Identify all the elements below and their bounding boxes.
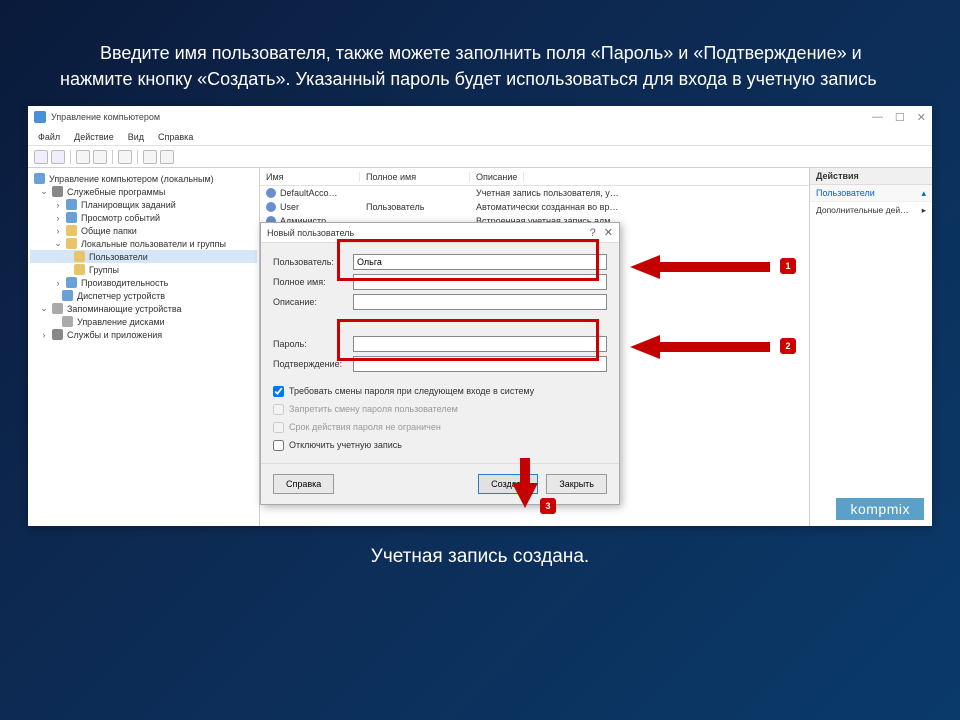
- window-titlebar: Управление компьютером — ☐ ✕: [28, 106, 932, 128]
- forward-button[interactable]: [51, 150, 65, 164]
- chk-never-expire: Срок действия пароля не ограничен: [273, 419, 607, 435]
- minimize-icon[interactable]: —: [872, 111, 883, 124]
- help-button[interactable]: Справка: [273, 474, 334, 494]
- badge-1: 1: [780, 258, 796, 274]
- tree-eventviewer[interactable]: ›Просмотр событий: [30, 211, 257, 224]
- tree-root[interactable]: Управление компьютером (локальным): [30, 172, 257, 185]
- actions-pane: Действия Пользователи▴ Дополнительные де…: [810, 168, 932, 526]
- toolbar: [28, 146, 932, 168]
- dialog-title: Новый пользователь: [267, 228, 354, 238]
- menu-bar: Файл Действие Вид Справка: [28, 128, 932, 146]
- close-button[interactable]: Закрыть: [546, 474, 607, 494]
- user-icon: [266, 202, 276, 212]
- chk-forbid-change: Запретить смену пароля пользователем: [273, 401, 607, 417]
- footer-text: Учетная запись создана.: [0, 546, 960, 568]
- field-fullname: Полное имя:: [273, 273, 607, 291]
- toolbar-btn[interactable]: [143, 150, 157, 164]
- toolbar-btn[interactable]: [93, 150, 107, 164]
- chk-require-change[interactable]: Требовать смены пароля при следующем вхо…: [273, 383, 607, 399]
- toolbar-btn[interactable]: [118, 150, 132, 164]
- new-user-dialog: Новый пользователь ? ✕ Пользователь: Пол…: [260, 222, 620, 505]
- username-input[interactable]: [353, 254, 607, 270]
- menu-view[interactable]: Вид: [128, 132, 144, 142]
- fullname-input[interactable]: [353, 274, 607, 290]
- badge-2: 2: [780, 338, 796, 354]
- dialog-titlebar: Новый пользователь ? ✕: [261, 223, 619, 243]
- actions-heading: Действия: [810, 168, 932, 185]
- menu-action[interactable]: Действие: [74, 132, 114, 142]
- field-password: Пароль:: [273, 335, 607, 353]
- field-confirm: Подтверждение:: [273, 355, 607, 373]
- maximize-icon[interactable]: ☐: [895, 111, 905, 124]
- window-title: Управление компьютером: [51, 112, 160, 122]
- tree-localusers[interactable]: ⌄Локальные пользователи и группы: [30, 237, 257, 250]
- actions-group[interactable]: Пользователи▴: [810, 185, 932, 202]
- dialog-close-icon[interactable]: ✕: [604, 226, 613, 239]
- tree-services[interactable]: ⌄Служебные программы: [30, 185, 257, 198]
- confirm-input[interactable]: [353, 356, 607, 372]
- red-arrow-2: [630, 332, 770, 362]
- actions-more[interactable]: Дополнительные дей…▸: [810, 202, 932, 218]
- chk-disable-account[interactable]: Отключить учетную запись: [273, 437, 607, 453]
- create-button[interactable]: Создать: [478, 474, 538, 494]
- tree-pane: Управление компьютером (локальным) ⌄Служ…: [28, 168, 260, 526]
- tree-svcapps[interactable]: ›Службы и приложения: [30, 328, 257, 341]
- close-icon[interactable]: ✕: [917, 111, 926, 124]
- tree-shared[interactable]: ›Общие папки: [30, 224, 257, 237]
- col-name[interactable]: Имя: [260, 172, 360, 182]
- window-controls: — ☐ ✕: [872, 111, 926, 124]
- dialog-help-icon[interactable]: ?: [590, 227, 596, 239]
- list-header: Имя Полное имя Описание: [260, 168, 809, 186]
- toolbar-btn[interactable]: [160, 150, 174, 164]
- red-arrow-1: [630, 252, 770, 282]
- col-desc[interactable]: Описание: [470, 172, 524, 182]
- dialog-buttons: Справка Создать Закрыть: [261, 463, 619, 504]
- tree-scheduler[interactable]: ›Планировщик заданий: [30, 198, 257, 211]
- back-button[interactable]: [34, 150, 48, 164]
- list-row[interactable]: DefaultAcco…Учетная запись пользователя,…: [260, 186, 809, 200]
- content-pane: Имя Полное имя Описание DefaultAcco…Учет…: [260, 168, 810, 526]
- menu-help[interactable]: Справка: [158, 132, 193, 142]
- menu-file[interactable]: Файл: [38, 132, 60, 142]
- tree-storage[interactable]: ⌄Запоминающие устройства: [30, 302, 257, 315]
- tree-devmgr[interactable]: Диспетчер устройств: [30, 289, 257, 302]
- tree-users[interactable]: Пользователи: [30, 250, 257, 263]
- description-input[interactable]: [353, 294, 607, 310]
- col-fullname[interactable]: Полное имя: [360, 172, 470, 182]
- field-description: Описание:: [273, 293, 607, 311]
- field-username: Пользователь:: [273, 253, 607, 271]
- app-icon: [34, 111, 46, 123]
- badge-3: 3: [540, 498, 556, 514]
- screenshot-window: Управление компьютером — ☐ ✕ Файл Действ…: [28, 106, 932, 526]
- watermark: kompmix: [836, 498, 924, 520]
- instruction-text: Введите имя пользователя, также можете з…: [60, 40, 900, 92]
- password-input[interactable]: [353, 336, 607, 352]
- toolbar-btn[interactable]: [76, 150, 90, 164]
- list-row[interactable]: UserПользовательАвтоматически созданная …: [260, 200, 809, 214]
- tree-groups[interactable]: Группы: [30, 263, 257, 276]
- user-icon: [266, 188, 276, 198]
- tree-diskmgr[interactable]: Управление дисками: [30, 315, 257, 328]
- tree-perf[interactable]: ›Производительность: [30, 276, 257, 289]
